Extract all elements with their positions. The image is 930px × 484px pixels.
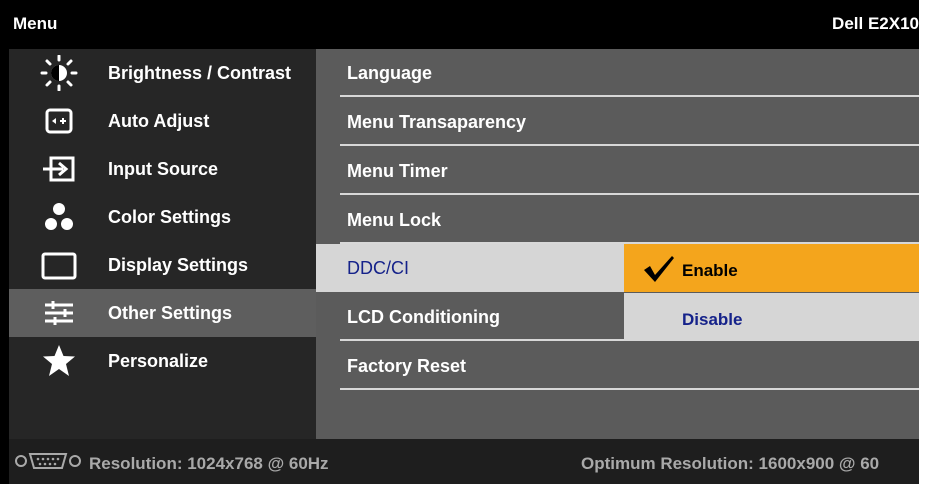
option-menu-lock[interactable]: Menu Lock	[316, 196, 919, 244]
option-menu-timer[interactable]: Menu Timer	[316, 147, 919, 195]
option-label: Menu Transaparency	[347, 112, 527, 132]
vga-connector-icon	[14, 451, 82, 476]
star-icon	[39, 343, 79, 379]
menu-item-display-settings[interactable]: Display Settings	[9, 241, 316, 289]
option-label: DDC/CI	[347, 258, 409, 278]
menu-item-label: Personalize	[108, 351, 209, 371]
menu-item-label: Display Settings	[108, 255, 249, 275]
disable-option[interactable]: Disable	[624, 293, 919, 341]
menu-item-label: Auto Adjust	[108, 111, 210, 131]
ddc-ci-submenu: Enable Disable	[624, 244, 919, 341]
brightness-icon	[39, 55, 79, 91]
option-label: Menu Timer	[347, 161, 448, 181]
option-label: LCD Conditioning	[347, 307, 500, 327]
menu-item-label: Input Source	[108, 159, 219, 179]
current-resolution: Resolution: 1024x768 @ 60Hz	[89, 454, 329, 473]
option-language[interactable]: Language	[316, 49, 919, 97]
enable-label: Enable	[682, 261, 738, 280]
option-ddc-ci[interactable]: DDC/CI	[316, 244, 624, 292]
menu-item-input-source[interactable]: Input Source	[9, 145, 316, 193]
divider	[340, 144, 919, 146]
display-settings-icon	[39, 247, 79, 283]
sliders-icon	[39, 295, 79, 331]
menu-item-auto-adjust[interactable]: Auto Adjust	[9, 97, 316, 145]
menu-title: Menu	[13, 14, 58, 33]
enable-option[interactable]: Enable	[624, 244, 919, 292]
menu-item-label: Color Settings	[108, 207, 232, 227]
menu-item-label: Brightness / Contrast	[108, 63, 292, 83]
menu-item-personalize[interactable]: Personalize	[9, 337, 316, 385]
menu-item-other-settings[interactable]: Other Settings	[9, 289, 316, 337]
model-name: Dell E2X10	[832, 14, 919, 33]
option-label: Factory Reset	[347, 356, 467, 376]
main-menu: Brightness / Contrast Auto Adjust Input …	[9, 49, 316, 439]
divider	[340, 339, 624, 341]
auto-adjust-icon	[39, 103, 79, 139]
divider	[340, 193, 919, 195]
monitor-osd: Menu Dell E2X10 Brightness / Contrast Au…	[0, 0, 919, 484]
menu-item-label: Other Settings	[108, 303, 233, 323]
divider	[340, 95, 919, 97]
option-factory-reset[interactable]: Factory Reset	[316, 342, 919, 390]
input-source-icon	[39, 151, 79, 187]
menu-item-color-settings[interactable]: Color Settings	[9, 193, 316, 241]
option-label: Menu Lock	[347, 210, 442, 230]
option-menu-transparency[interactable]: Menu Transaparency	[316, 98, 919, 146]
divider	[340, 388, 919, 390]
status-bar: Resolution: 1024x768 @ 60Hz Optimum Reso…	[9, 439, 919, 484]
menu-item-brightness-contrast[interactable]: Brightness / Contrast	[9, 49, 316, 97]
checkmark-icon	[642, 254, 676, 289]
osd-header: Menu Dell E2X10	[9, 0, 919, 49]
optimum-resolution: Optimum Resolution: 1600x900 @ 60	[581, 454, 880, 473]
disable-label: Disable	[682, 310, 743, 329]
option-label: Language	[347, 63, 433, 83]
color-settings-icon	[39, 199, 79, 235]
